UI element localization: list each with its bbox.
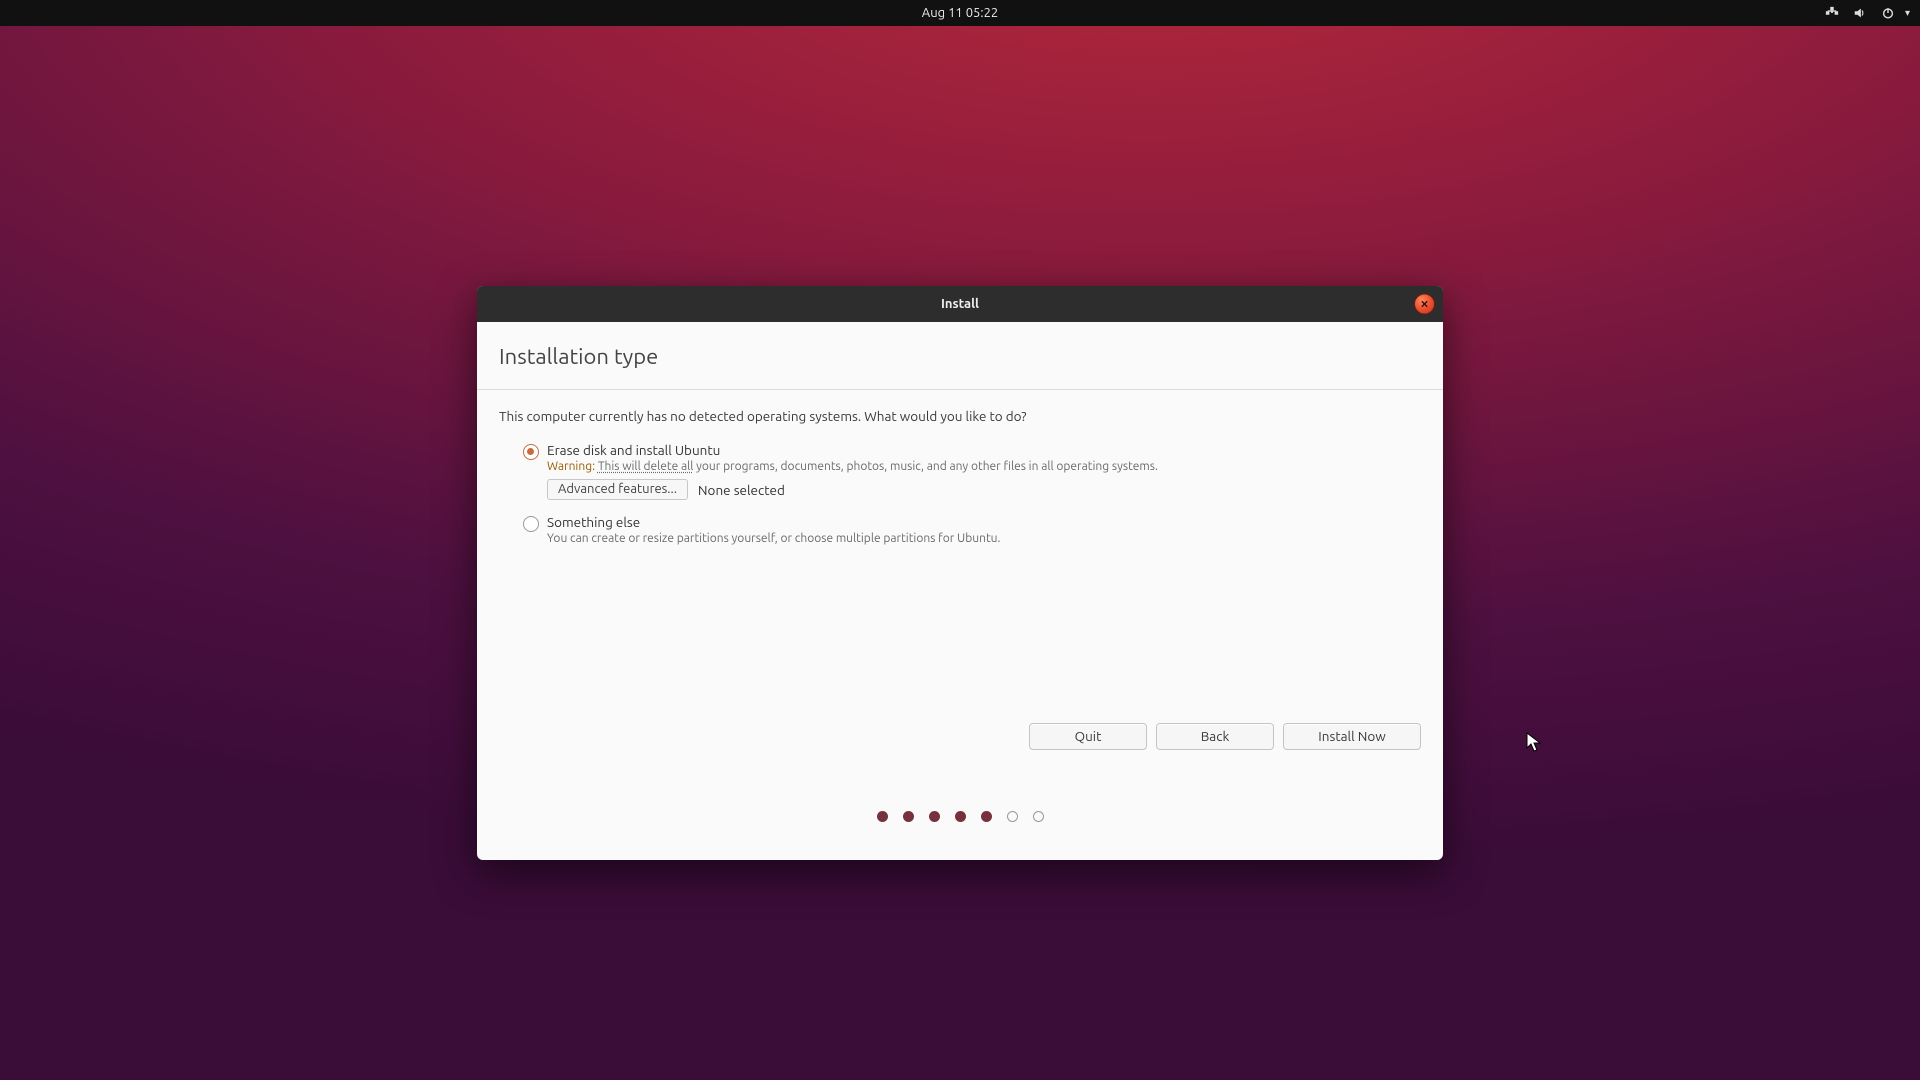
install-window: Install Installation type This computer … bbox=[477, 286, 1443, 860]
warning-rest: your programs, documents, photos, music,… bbox=[693, 460, 1158, 473]
progress-dot bbox=[929, 811, 940, 822]
window-content: Installation type This computer currentl… bbox=[477, 322, 1443, 860]
clock[interactable]: Aug 11 05:22 bbox=[922, 6, 999, 20]
window-titlebar[interactable]: Install bbox=[477, 286, 1443, 322]
intro-text: This computer currently has no detected … bbox=[499, 408, 1421, 424]
progress-dot bbox=[981, 811, 992, 822]
warning-prefix: Warning: bbox=[547, 460, 595, 473]
back-button[interactable]: Back bbox=[1156, 723, 1274, 750]
advanced-features-button[interactable]: Advanced features... bbox=[547, 479, 688, 500]
option-erase-body: Erase disk and install Ubuntu Warning: T… bbox=[547, 442, 1421, 500]
progress-dot bbox=[1033, 811, 1044, 822]
advanced-features-status: None selected bbox=[698, 482, 785, 498]
window-title: Install bbox=[941, 297, 979, 311]
progress-dot bbox=[877, 811, 888, 822]
quit-button[interactable]: Quit bbox=[1029, 723, 1147, 750]
power-icon[interactable] bbox=[1881, 6, 1895, 20]
chevron-down-icon[interactable]: ▾ bbox=[1905, 7, 1910, 19]
gnome-top-bar: Aug 11 05:22 ▾ bbox=[0, 0, 1920, 26]
radio-something-else[interactable] bbox=[523, 516, 539, 532]
advanced-features-row: Advanced features... None selected bbox=[547, 479, 1421, 500]
option-something-else[interactable]: Something else You can create or resize … bbox=[499, 510, 1421, 555]
close-button[interactable] bbox=[1414, 294, 1435, 315]
wizard-buttons: Quit Back Install Now bbox=[1029, 723, 1421, 750]
option-something-else-label: Something else bbox=[547, 514, 1421, 530]
option-erase-label: Erase disk and install Ubuntu bbox=[547, 442, 1421, 458]
system-tray[interactable]: ▾ bbox=[1825, 6, 1910, 20]
installation-type-body: This computer currently has no detected … bbox=[477, 390, 1443, 555]
wizard-progress-dots bbox=[477, 811, 1443, 822]
network-icon[interactable] bbox=[1825, 6, 1839, 20]
option-erase-disk[interactable]: Erase disk and install Ubuntu Warning: T… bbox=[499, 438, 1421, 510]
warning-underlined: This will delete all bbox=[598, 460, 694, 473]
progress-dot bbox=[955, 811, 966, 822]
install-now-button[interactable]: Install Now bbox=[1283, 723, 1421, 750]
volume-icon[interactable] bbox=[1853, 6, 1867, 20]
option-something-else-desc: You can create or resize partitions your… bbox=[547, 532, 1421, 545]
page-title: Installation type bbox=[477, 322, 1443, 389]
progress-dot bbox=[1007, 811, 1018, 822]
mouse-cursor bbox=[1526, 732, 1542, 758]
option-something-else-body: Something else You can create or resize … bbox=[547, 514, 1421, 545]
option-erase-warning: Warning: This will delete all your progr… bbox=[547, 460, 1421, 473]
progress-dot bbox=[903, 811, 914, 822]
radio-erase-disk[interactable] bbox=[523, 444, 539, 460]
